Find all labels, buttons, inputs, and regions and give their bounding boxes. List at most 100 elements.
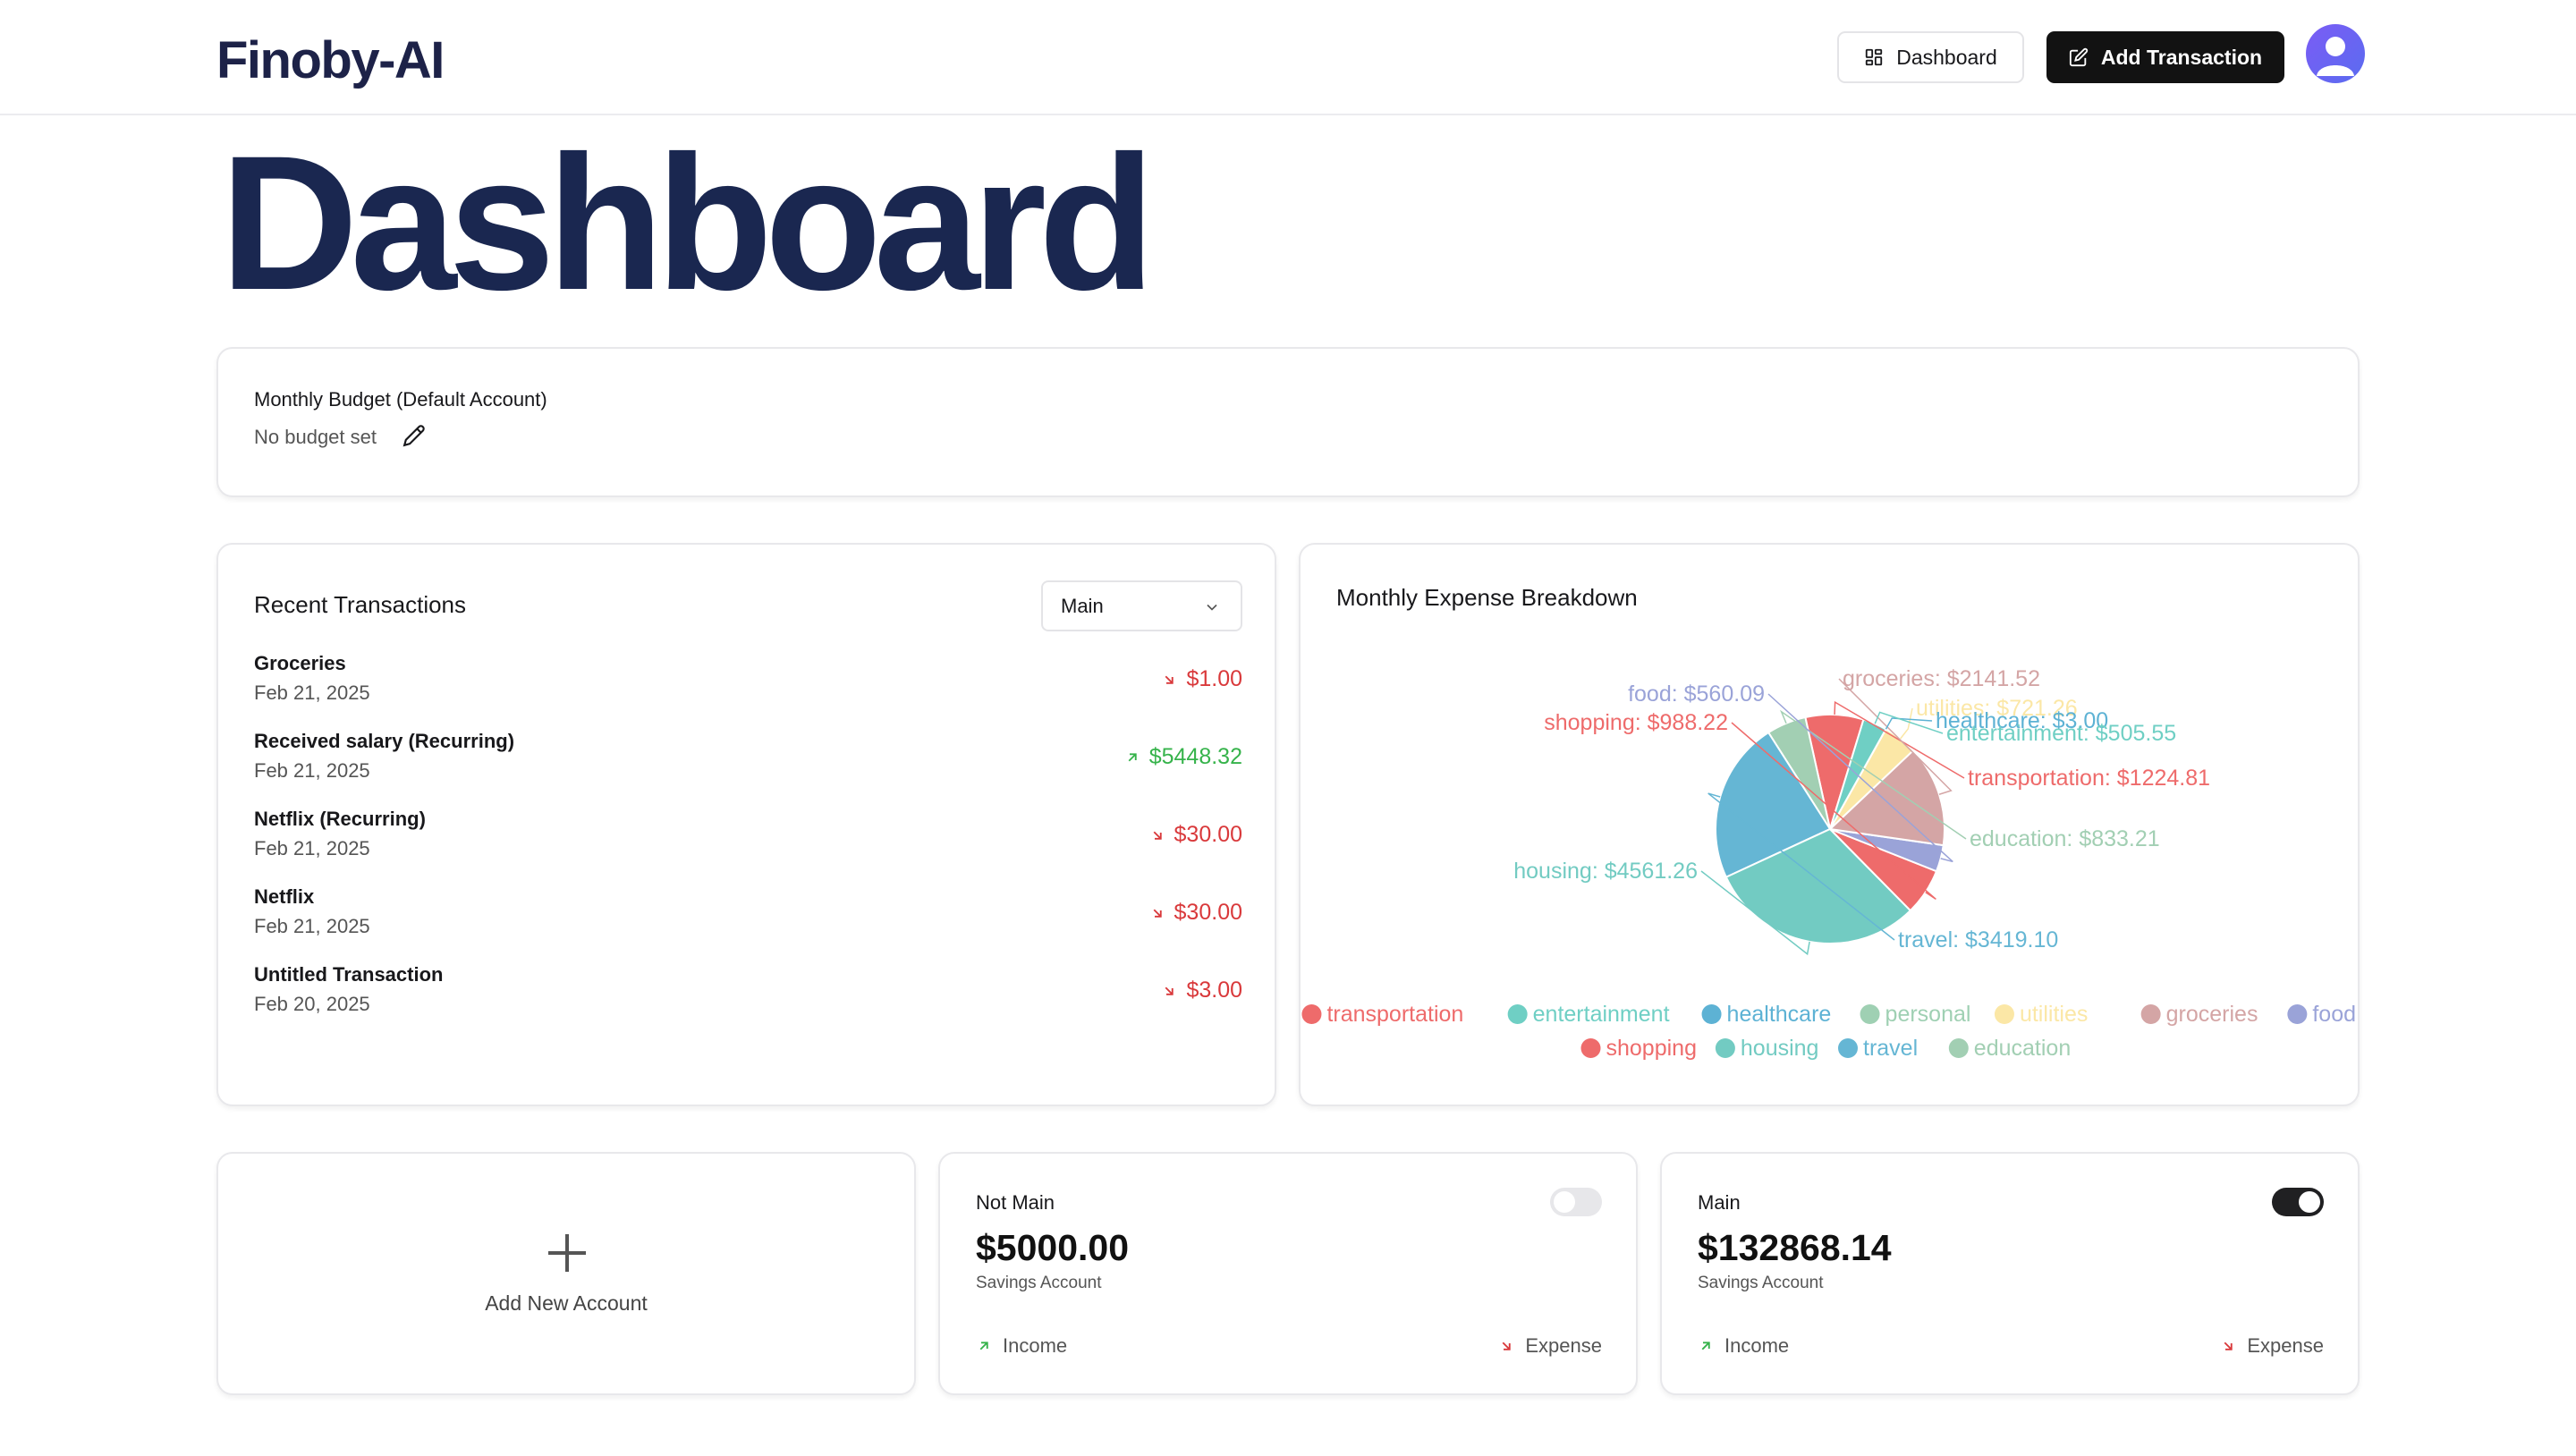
- arrow-up-right-icon: [979, 1342, 988, 1350]
- account-card[interactable]: Main $132868.14 Savings Account Income E…: [1660, 1152, 2360, 1395]
- toggle-knob: [1554, 1191, 1575, 1213]
- legend-item-utilities[interactable]: utilities: [2020, 1002, 2088, 1027]
- transaction-amount-value: $3.00: [1186, 978, 1242, 1003]
- arrow-down-right-icon: [2224, 1342, 2233, 1350]
- account-select[interactable]: Main: [1041, 580, 1242, 631]
- transaction-amount: $1.00: [1161, 666, 1242, 692]
- transaction-amount: $30.00: [1149, 900, 1242, 926]
- add-account-card[interactable]: Add New Account: [216, 1152, 916, 1395]
- transaction-name: Netflix (Recurring): [254, 808, 426, 830]
- account-income: Income: [1698, 1334, 1789, 1358]
- income-label: Income: [1003, 1334, 1068, 1357]
- expense-label: Expense: [2247, 1334, 2324, 1357]
- legend-swatch-utilities: [1994, 1004, 2014, 1024]
- pie-label-transportation: transportation: $1224.81: [1968, 766, 2210, 791]
- account-type: Savings Account: [1698, 1274, 1824, 1292]
- user-icon: [2317, 37, 2354, 76]
- legend-item-personal[interactable]: personal: [1885, 1002, 1971, 1027]
- legend-item-healthcare[interactable]: healthcare: [1727, 1002, 1832, 1027]
- expense-breakdown-card: Monthly Expense Breakdown transportation…: [1299, 543, 2360, 1106]
- legend-swatch-transportation: [1301, 1004, 1322, 1024]
- transaction-amount: $5448.32: [1124, 744, 1242, 770]
- arrow-down-right-icon: [1153, 831, 1162, 840]
- transaction-date: Feb 21, 2025: [254, 915, 370, 937]
- transaction-date: Feb 21, 2025: [254, 837, 370, 859]
- arrow-up-right-icon: [1701, 1342, 1710, 1350]
- legend-item-transportation[interactable]: transportation: [1326, 1002, 1463, 1027]
- account-name: Main: [1698, 1191, 1741, 1214]
- user-avatar[interactable]: [2306, 24, 2365, 83]
- recent-transactions-title: Recent Transactions: [254, 591, 467, 618]
- brand-logo[interactable]: Finoby-AI: [216, 30, 445, 90]
- account-balance: $5000.00: [976, 1227, 1130, 1268]
- plus-icon: [548, 1234, 586, 1272]
- transaction-date: Feb 21, 2025: [254, 759, 370, 782]
- chevron-down-icon: [1207, 604, 1217, 611]
- top-navbar: Finoby-AI Dashboard Add Transaction: [0, 0, 2576, 115]
- legend-swatch-travel: [1838, 1038, 1858, 1058]
- arrow-down-right-icon: [1165, 986, 1174, 995]
- transaction-amount-value: $5448.32: [1148, 744, 1242, 769]
- legend-item-entertainment[interactable]: entertainment: [1533, 1002, 1670, 1027]
- add-transaction-button[interactable]: Add Transaction: [2046, 31, 2284, 83]
- legend-swatch-shopping: [1580, 1038, 1601, 1058]
- account-expense: Expense: [1498, 1334, 1602, 1358]
- default-account-toggle[interactable]: [1550, 1188, 1602, 1216]
- legend-swatch-healthcare: [1701, 1004, 1722, 1024]
- recent-transactions-card: Recent Transactions Main Groceries Feb 21…: [216, 543, 1276, 1106]
- dashboard-button[interactable]: Dashboard: [1837, 31, 2024, 83]
- pie-label-groceries: groceries: $2141.52: [1843, 666, 2040, 691]
- pie-label-housing: housing: $4561.26: [1513, 859, 1698, 884]
- label-leader-utilities: [1900, 707, 1913, 740]
- transaction-amount-value: $1.00: [1186, 666, 1242, 691]
- account-card[interactable]: Not Main $5000.00 Savings Account Income…: [938, 1152, 1638, 1395]
- legend-item-travel[interactable]: travel: [1863, 1036, 1918, 1061]
- expense-label: Expense: [1525, 1334, 1602, 1357]
- toggle-knob: [2299, 1191, 2320, 1213]
- transaction-row[interactable]: Untitled Transaction Feb 20, 2025 $3.00: [254, 963, 1242, 1035]
- arrow-up-right-icon: [1128, 752, 1137, 761]
- budget-card: Monthly Budget (Default Account) No budg…: [216, 347, 2360, 497]
- legend-swatch-education: [1948, 1038, 1969, 1058]
- pie-label-shopping: shopping: $988.22: [1544, 710, 1728, 735]
- account-type: Savings Account: [976, 1274, 1102, 1292]
- legend-swatch-personal: [1860, 1004, 1880, 1024]
- transaction-row[interactable]: Netflix Feb 21, 2025 $30.00: [254, 885, 1242, 957]
- transaction-name: Untitled Transaction: [254, 963, 444, 986]
- pencil-icon[interactable]: [402, 424, 426, 447]
- add-transaction-label: Add Transaction: [2100, 45, 2263, 69]
- transaction-date: Feb 21, 2025: [254, 681, 370, 704]
- page-title: Dashboard: [220, 116, 1156, 330]
- arrow-down-right-icon: [1502, 1342, 1512, 1350]
- legend-item-education[interactable]: education: [1974, 1036, 2071, 1061]
- legend-swatch-entertainment: [1507, 1004, 1528, 1024]
- dashboard-button-label: Dashboard: [1896, 45, 1997, 69]
- legend-swatch-groceries: [2140, 1004, 2161, 1024]
- legend-swatch-food: [2287, 1004, 2308, 1024]
- arrow-down-right-icon: [1165, 675, 1174, 684]
- legend-item-shopping[interactable]: shopping: [1606, 1036, 1697, 1061]
- pie-label-entertainment: entertainment: $505.55: [1946, 721, 2176, 746]
- transaction-name: Netflix: [254, 885, 315, 908]
- expense-pie-chart: transportation: $1224.81 education: $833.…: [1301, 666, 2356, 1061]
- legend-item-food[interactable]: food: [2312, 1002, 2356, 1027]
- transaction-amount-value: $30.00: [1174, 900, 1242, 925]
- transaction-name: Groceries: [254, 652, 346, 674]
- default-account-toggle[interactable]: [2272, 1188, 2324, 1216]
- legend-item-housing[interactable]: housing: [1741, 1036, 1819, 1061]
- transaction-amount-value: $30.00: [1174, 822, 1242, 847]
- transaction-row[interactable]: Received salary (Recurring) Feb 21, 2025 $…: [254, 730, 1242, 801]
- layout-dashboard-icon: [1866, 48, 1883, 66]
- pie-label-food: food: $560.09: [1628, 681, 1765, 707]
- legend-swatch-housing: [1715, 1038, 1735, 1058]
- legend-item-groceries[interactable]: groceries: [2166, 1002, 2258, 1027]
- transaction-row[interactable]: Groceries Feb 21, 2025 $1.00: [254, 652, 1242, 724]
- account-name: Not Main: [976, 1191, 1055, 1214]
- budget-status: No budget set: [254, 426, 377, 448]
- transaction-row[interactable]: Netflix (Recurring) Feb 21, 2025 $30.00: [254, 808, 1242, 879]
- pie-label-education: education: $833.21: [1970, 826, 2160, 851]
- pie-label-travel: travel: $3419.10: [1898, 927, 2058, 952]
- account-select-value: Main: [1061, 594, 1104, 617]
- transaction-amount: $3.00: [1161, 978, 1242, 1003]
- account-balance: $132868.14: [1698, 1227, 1892, 1268]
